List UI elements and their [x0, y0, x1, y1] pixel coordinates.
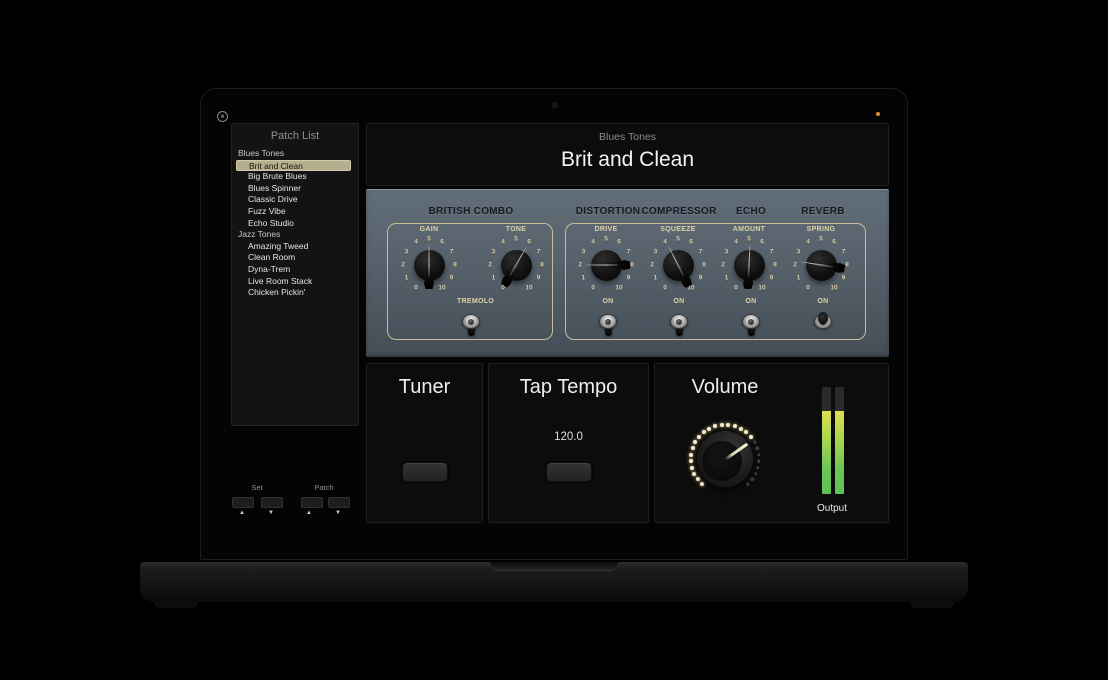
knob-pointer: [798, 257, 845, 274]
knob-label: AMOUNT: [719, 226, 779, 233]
toggle-switch[interactable]: [462, 309, 480, 337]
gain-knob[interactable]: GAIN012345678910: [399, 231, 459, 299]
squeeze-knob[interactable]: SQUEEZE012345678910: [648, 231, 708, 299]
close-icon[interactable]: ×: [217, 111, 228, 122]
knob-pointer: [743, 243, 755, 289]
patch-list-item[interactable]: Blues Spinner: [236, 183, 351, 195]
knob-label: GAIN: [399, 226, 459, 233]
toggle-switch[interactable]: [814, 309, 832, 337]
toggle-switch[interactable]: [599, 309, 617, 337]
section-title-reverb: REVERB: [801, 206, 844, 217]
spring-knob[interactable]: SPRING012345678910: [791, 231, 851, 299]
patch-down-icon[interactable]: ▼: [330, 510, 346, 516]
tone-knob[interactable]: TONE012345678910: [486, 231, 546, 299]
tap-tempo-panel: Tap Tempo 120.0: [488, 363, 649, 523]
set-up-icon[interactable]: ▲: [234, 510, 250, 516]
switch-base: [742, 314, 760, 329]
meter-left: [822, 387, 831, 494]
patch-up-icon[interactable]: ▲: [301, 510, 317, 516]
patch-list-items: Blues TonesBrit and CleanBig Brute Blues…: [232, 148, 358, 299]
desktop-background: × Patch List Blues TonesBrit and CleanBi…: [0, 0, 1108, 680]
patch-list-item[interactable]: Echo Studio: [236, 218, 351, 230]
tremolo-switch[interactable]: TREMOLO: [457, 298, 485, 337]
patch-list-item[interactable]: Fuzz Vibe: [236, 206, 351, 218]
patch-label: Patch: [294, 483, 354, 492]
volume-knob[interactable]: [685, 419, 765, 499]
switch-label: ON: [665, 298, 693, 307]
patch-up-button[interactable]: [301, 497, 323, 508]
section-title-british-combo: BRITISH COMBO: [428, 206, 513, 217]
output-meters: [822, 387, 844, 494]
switch-base: [670, 314, 688, 329]
laptop-foot: [154, 602, 198, 608]
patch-list-item[interactable]: Big Brute Blues: [236, 171, 351, 183]
knob-label: DRIVE: [576, 226, 636, 233]
patch-group-label: Jazz Tones: [236, 229, 351, 241]
page-title: Brit and Clean: [367, 148, 888, 172]
toggle-switch[interactable]: [670, 309, 688, 337]
switch-label: ON: [737, 298, 765, 307]
patch-list-item[interactable]: Clean Room: [236, 252, 351, 264]
switch-label: TREMOLO: [457, 298, 485, 307]
patch-group-label: Blues Tones: [236, 148, 351, 160]
amount-knob[interactable]: AMOUNT012345678910: [719, 231, 779, 299]
section-title-compressor: COMPRESSOR: [641, 206, 716, 217]
drive-knob[interactable]: DRIVE012345678910: [576, 231, 636, 299]
patch-header-panel: Blues Tones Brit and Clean: [366, 123, 889, 186]
knob-pointer: [500, 243, 532, 288]
switch-base: [599, 314, 617, 329]
reverb-on-switch[interactable]: ON: [809, 298, 837, 337]
tuner-panel: Tuner: [366, 363, 483, 523]
echo-on-switch[interactable]: ON: [737, 298, 765, 337]
laptop-foot: [910, 602, 954, 608]
switch-handle: [818, 312, 828, 324]
tuner-title: Tuner: [367, 376, 482, 399]
output-label: Output: [800, 503, 864, 514]
amp-control-panel: BRITISH COMBO DISTORTION COMPRESSOR ECHO…: [366, 189, 889, 357]
switch-label: ON: [809, 298, 837, 307]
camera-icon: [553, 103, 557, 107]
toggle-switch[interactable]: [742, 309, 760, 337]
laptop-base: [140, 562, 968, 602]
patch-list-item[interactable]: Chicken Pickin': [236, 287, 351, 299]
switch-label: ON: [594, 298, 622, 307]
record-status-dot: [876, 112, 880, 116]
laptop-screen: × Patch List Blues TonesBrit and CleanBi…: [200, 88, 908, 560]
knob-pointer: [584, 260, 630, 270]
volume-pointer: [724, 442, 748, 460]
patch-list-item[interactable]: Dyna-Trem: [236, 264, 351, 276]
section-title-echo: ECHO: [736, 206, 766, 217]
tap-tempo-button[interactable]: [546, 462, 592, 482]
volume-panel: Volume Output: [654, 363, 889, 523]
compressor-on-switch[interactable]: ON: [665, 298, 693, 337]
patch-list-panel: Patch List Blues TonesBrit and CleanBig …: [231, 123, 359, 426]
set-up-button[interactable]: [232, 497, 254, 508]
patch-group-name: Blues Tones: [367, 131, 888, 143]
volume-title: Volume: [655, 376, 795, 399]
patch-list-item[interactable]: Brit and Clean: [236, 160, 351, 172]
patch-list-item[interactable]: Classic Drive: [236, 194, 351, 206]
knob-pointer: [664, 243, 694, 289]
knob-pointer: [424, 243, 434, 289]
tuner-button[interactable]: [402, 462, 448, 482]
tap-tempo-title: Tap Tempo: [489, 376, 648, 399]
patch-list-title: Patch List: [232, 130, 358, 142]
set-down-button[interactable]: [261, 497, 283, 508]
tempo-value: 120.0: [489, 431, 648, 443]
set-down-icon[interactable]: ▼: [263, 510, 279, 516]
meter-right: [835, 387, 844, 494]
switch-base: [462, 314, 480, 329]
distortion-on-switch[interactable]: ON: [594, 298, 622, 337]
set-label: Set: [227, 483, 287, 492]
patch-down-button[interactable]: [328, 497, 350, 508]
patch-list-item[interactable]: Live Room Stack: [236, 276, 351, 288]
lid-scoop: [490, 562, 618, 571]
section-title-distortion: DISTORTION: [576, 206, 640, 217]
patch-list-item[interactable]: Amazing Tweed: [236, 241, 351, 253]
